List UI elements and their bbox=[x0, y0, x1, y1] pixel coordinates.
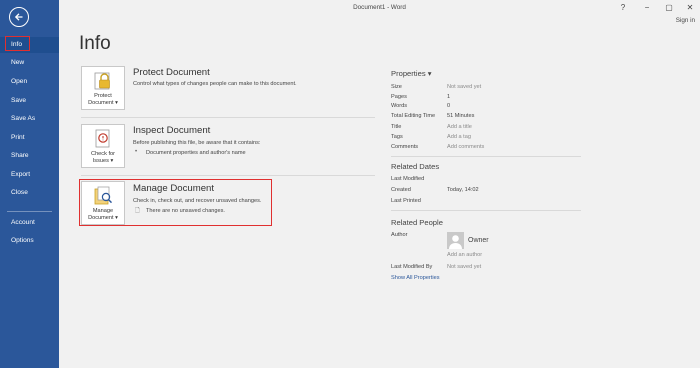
title-bar: Document1 - Word ? − ▢ ✕ bbox=[59, 0, 700, 16]
title-field[interactable]: Add a title bbox=[447, 124, 472, 130]
author-name[interactable]: Owner bbox=[468, 237, 489, 244]
prop-label-size: Size bbox=[391, 84, 402, 90]
prop-value-words: 0 bbox=[447, 103, 451, 109]
related-dates-heading: Related Dates bbox=[391, 162, 440, 171]
sidebar-item-share[interactable]: Share bbox=[0, 148, 59, 164]
user-silhouette-icon bbox=[449, 235, 462, 249]
backstage-sidebar: Info New Open Save Save As Print Share E… bbox=[0, 0, 59, 368]
check-issues-label: Check for Issues ▾ bbox=[91, 151, 115, 164]
protect-document-button[interactable]: Protect Document ▾ bbox=[81, 66, 125, 110]
sidebar-item-options[interactable]: Options bbox=[0, 233, 59, 249]
prop-label-last-modified: Last Modified bbox=[391, 176, 425, 182]
prop-value-size: Not saved yet bbox=[447, 84, 482, 90]
bullet-icon: • bbox=[135, 149, 138, 155]
restore-button[interactable]: ▢ bbox=[662, 2, 676, 13]
properties-dropdown[interactable]: Properties ▾ bbox=[391, 69, 432, 78]
protect-document-title: Protect Document bbox=[133, 67, 210, 78]
related-people-heading: Related People bbox=[391, 218, 443, 227]
prop-label-last-printed: Last Printed bbox=[391, 198, 421, 204]
add-author-field[interactable]: Add an author bbox=[447, 252, 482, 258]
avatar bbox=[447, 232, 464, 249]
inspect-document-desc: Before publishing this file, be aware th… bbox=[133, 140, 261, 146]
window-title: Document1 - Word bbox=[353, 4, 406, 11]
section-divider bbox=[81, 175, 375, 176]
prop-label-comments: Comments bbox=[391, 144, 419, 150]
comments-field[interactable]: Add comments bbox=[447, 144, 484, 150]
minimize-button[interactable]: − bbox=[640, 2, 654, 13]
prop-value-created: Today, 14:02 bbox=[447, 187, 479, 193]
prop-label-editing-time: Total Editing Time bbox=[391, 113, 436, 119]
pane-divider bbox=[391, 210, 581, 211]
section-divider bbox=[81, 117, 375, 118]
inspect-document-item: Document properties and author's name bbox=[146, 150, 246, 156]
sidebar-item-close[interactable]: Close bbox=[0, 185, 59, 201]
prop-value-editing-time: 51 Minutes bbox=[447, 113, 475, 119]
prop-label-author: Author bbox=[391, 232, 408, 238]
sidebar-divider bbox=[7, 211, 52, 212]
manage-highlight-box bbox=[79, 179, 272, 226]
sidebar-item-save[interactable]: Save bbox=[0, 93, 59, 109]
prop-label-title: Title bbox=[391, 124, 402, 130]
sidebar-item-open[interactable]: Open bbox=[0, 74, 59, 90]
prop-label-tags: Tags bbox=[391, 134, 403, 140]
info-highlight-box bbox=[5, 36, 30, 51]
lock-icon bbox=[94, 72, 110, 90]
prop-value-pages: 1 bbox=[447, 94, 451, 100]
protect-document-desc: Control what types of changes people can… bbox=[133, 81, 297, 87]
pane-divider bbox=[391, 156, 581, 157]
protect-button-label: Protect Document ▾ bbox=[88, 93, 118, 106]
page-title: Info bbox=[79, 33, 111, 54]
sign-in-link[interactable]: Sign in bbox=[676, 17, 695, 24]
prop-label-created: Created bbox=[391, 187, 411, 193]
show-all-properties-link[interactable]: Show All Properties bbox=[391, 275, 440, 281]
back-arrow-icon bbox=[14, 13, 23, 21]
check-for-issues-button[interactable]: Check for Issues ▾ bbox=[81, 124, 125, 168]
sidebar-item-new[interactable]: New bbox=[0, 55, 59, 71]
sidebar-item-account[interactable]: Account bbox=[0, 215, 59, 231]
prop-label-words: Words bbox=[391, 103, 408, 109]
inspect-document-icon bbox=[95, 129, 110, 148]
prop-label-last-modified-by: Last Modified By bbox=[391, 264, 433, 270]
sidebar-item-export[interactable]: Export bbox=[0, 167, 59, 183]
back-button[interactable] bbox=[9, 7, 29, 27]
sidebar-item-print[interactable]: Print bbox=[0, 130, 59, 146]
prop-value-last-modified-by: Not saved yet bbox=[447, 264, 482, 270]
tags-field[interactable]: Add a tag bbox=[447, 134, 471, 140]
close-window-button[interactable]: ✕ bbox=[683, 2, 697, 13]
prop-label-pages: Pages bbox=[391, 94, 407, 100]
inspect-document-title: Inspect Document bbox=[133, 125, 211, 136]
sidebar-item-save-as[interactable]: Save As bbox=[0, 111, 59, 127]
help-button[interactable]: ? bbox=[616, 2, 630, 13]
